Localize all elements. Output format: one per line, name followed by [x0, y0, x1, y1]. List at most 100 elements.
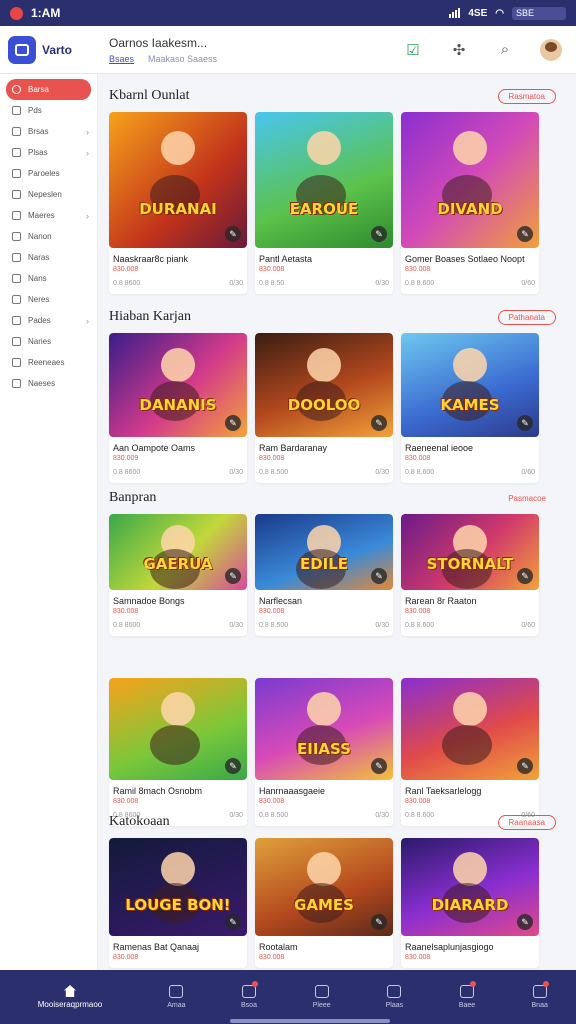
sidebar-item[interactable]: Paroeles — [0, 163, 97, 184]
tab-other[interactable]: Maakaso Saaess — [148, 54, 217, 64]
check-icon[interactable]: ☑ — [402, 39, 424, 61]
sidebar-item[interactable]: Nanon — [0, 226, 97, 247]
play-icon[interactable]: ✎ — [225, 758, 241, 774]
game-card[interactable]: DIARARD ✎ Raanelsaplunjasgiogo 830.008 — [401, 838, 539, 968]
sidebar-item[interactable]: Brsas › — [0, 121, 97, 142]
gamepad-icon — [169, 985, 184, 998]
play-icon[interactable]: ✎ — [517, 914, 533, 930]
sidebar-item[interactable]: Reeneaes — [0, 352, 97, 373]
game-thumbnail[interactable]: DANANIS ✎ — [109, 333, 247, 437]
nav-item[interactable]: Bsoa — [213, 981, 286, 1009]
play-icon[interactable]: ✎ — [371, 226, 387, 242]
play-icon[interactable]: ✎ — [371, 914, 387, 930]
logo-icon — [8, 35, 36, 64]
game-thumbnail[interactable]: ✎ — [109, 678, 247, 780]
game-card[interactable]: STORNALT ✎ Rarean 8r Raaton 830.008 0.8 8.60… — [401, 514, 539, 636]
game-thumbnail[interactable]: LOUGE BON! ✎ — [109, 838, 247, 936]
game-card[interactable]: DURANAI ✎ Naaskraar8c piank 830.008 0.8 8600… — [109, 112, 247, 294]
menu-icon — [12, 106, 21, 115]
sidebar-item-label: Naras — [28, 253, 50, 262]
sidebar-item[interactable]: Nepeslen — [0, 184, 97, 205]
sidebar-item[interactable]: Naries — [0, 331, 97, 352]
game-thumbnail[interactable]: DURANAI ✎ — [109, 112, 247, 248]
game-card[interactable]: DIVAND ✎ Gomer Boases Sotlaeo Noopt 830.008… — [401, 112, 539, 294]
sidebar-item[interactable]: Plsas › — [0, 142, 97, 163]
game-logo-text: DURANAI — [139, 200, 217, 219]
sidebar-item[interactable]: Barsa — [6, 79, 91, 100]
game-card[interactable]: GAERUA ✎ Samnadoe Bongs 830.008 0.8 8600 0/30 — [109, 514, 247, 636]
game-thumbnail[interactable]: STORNALT ✎ — [401, 514, 539, 590]
game-card[interactable]: DOOLOO ✎ Ram Bardaranay 830.008 0.8 8.500 0/3… — [255, 333, 393, 483]
menu-icon — [12, 274, 21, 283]
game-thumbnail[interactable]: DOOLOO ✎ — [255, 333, 393, 437]
tab-active[interactable]: Bsaes — [109, 54, 134, 64]
game-thumbnail[interactable]: EAROUE ✎ — [255, 112, 393, 248]
see-all-button[interactable]: Pasmacoe — [498, 492, 556, 505]
game-card[interactable]: ✎ Ranl Taeksarlelogg 830.008 0.8 8.600 0/60 — [401, 678, 539, 826]
game-thumbnail[interactable]: KAMES ✎ — [401, 333, 539, 437]
play-icon[interactable]: ✎ — [225, 568, 241, 584]
see-all-button[interactable]: Pathanata — [497, 309, 556, 325]
game-thumbnail[interactable]: DIVAND ✎ — [401, 112, 539, 248]
see-all-button[interactable]: Rasmatoa — [497, 88, 556, 104]
play-icon[interactable]: ✎ — [225, 914, 241, 930]
game-title: Gomer Boases Sotlaeo Noopt — [405, 254, 525, 264]
nav-item-label: Pleee — [312, 1002, 331, 1009]
sidebar-item-label: Nans — [28, 274, 47, 283]
sidebar-item[interactable]: Neres — [0, 289, 97, 310]
gamepad-icon[interactable]: ✣ — [448, 39, 470, 61]
nav-item[interactable]: Plaas — [358, 985, 431, 1009]
sidebar-item[interactable]: Pds — [0, 100, 97, 121]
game-card[interactable]: EAROUE ✎ Pantl Aetasta 830.008 0.8 8.50 0/30 — [255, 112, 393, 294]
game-card[interactable]: DANANIS ✎ Aan Oampote Oams 830.009 0.8 8600 0… — [109, 333, 247, 483]
play-icon[interactable]: ✎ — [517, 226, 533, 242]
play-icon[interactable]: ✎ — [517, 415, 533, 431]
play-icon[interactable]: ✎ — [225, 226, 241, 242]
see-all-button[interactable]: Raanaasa — [497, 814, 556, 830]
game-card[interactable]: GAMES ✎ Rootalam 830.008 — [255, 838, 393, 968]
nav-home[interactable]: Mooiseraqprmaoo — [0, 985, 140, 1009]
play-icon[interactable]: ✎ — [517, 568, 533, 584]
game-thumbnail[interactable]: DIARARD ✎ — [401, 838, 539, 936]
status-time: 1:AM — [31, 6, 61, 20]
nav-item[interactable]: Baee — [431, 981, 504, 1009]
game-card[interactable]: EIIASS ✎ Hanrnaaasgaeie 830.008 0.8 8.500 0/3… — [255, 678, 393, 826]
sidebar-item[interactable]: Naeses — [0, 373, 97, 394]
sidebar-item[interactable]: Naras — [0, 247, 97, 268]
search-icon[interactable]: ⌕ — [494, 39, 516, 61]
sidebar-item[interactable]: Pades › — [0, 310, 97, 331]
game-rating: 0/30 — [375, 469, 389, 476]
nav-item[interactable]: Pleee — [285, 985, 358, 1009]
play-icon[interactable]: ✎ — [371, 415, 387, 431]
app-logo[interactable]: Varto — [0, 35, 100, 64]
nav-item[interactable]: Bnaa — [503, 981, 576, 1009]
game-price: 830.008 — [113, 608, 139, 615]
play-icon[interactable]: ✎ — [225, 415, 241, 431]
game-card[interactable]: LOUGE BON! ✎ Ramenas Bat Qanaaj 830.008 — [109, 838, 247, 968]
game-card[interactable]: KAMES ✎ Raeneenal ieooe 830.008 0.8 8.600 0/6… — [401, 333, 539, 483]
game-thumbnail[interactable]: EDILE ✎ — [255, 514, 393, 590]
character-art — [161, 851, 196, 886]
game-thumbnail[interactable]: ✎ — [401, 678, 539, 780]
game-thumbnail[interactable]: GAMES ✎ — [255, 838, 393, 936]
menu-icon — [12, 253, 21, 262]
play-icon[interactable]: ✎ — [371, 758, 387, 774]
game-card[interactable]: EDILE ✎ Narflecsan 830.008 0.8 8.500 0/30 — [255, 514, 393, 636]
game-price: 830.008 — [259, 798, 285, 805]
sidebar-item[interactable]: Maeres › — [0, 205, 97, 226]
play-icon[interactable]: ✎ — [371, 568, 387, 584]
game-card[interactable]: ✎ Ramil 8mach Osnobm 830.008 0.8 8600 0/30 — [109, 678, 247, 826]
nav-item[interactable]: Amaa — [140, 985, 213, 1009]
avatar[interactable] — [540, 38, 562, 61]
character-art — [150, 724, 201, 765]
sidebar-item[interactable]: Nans — [0, 268, 97, 289]
nav-item-label: Bnaa — [531, 1002, 548, 1009]
notification-dot — [252, 981, 258, 987]
play-icon[interactable]: ✎ — [517, 758, 533, 774]
game-thumbnail[interactable]: GAERUA ✎ — [109, 514, 247, 590]
character-art — [453, 131, 488, 166]
game-logo-text: DIARARD — [431, 896, 509, 915]
game-price: 830.008 — [113, 266, 139, 273]
game-thumbnail[interactable]: EIIASS ✎ — [255, 678, 393, 780]
character-art — [453, 347, 488, 382]
